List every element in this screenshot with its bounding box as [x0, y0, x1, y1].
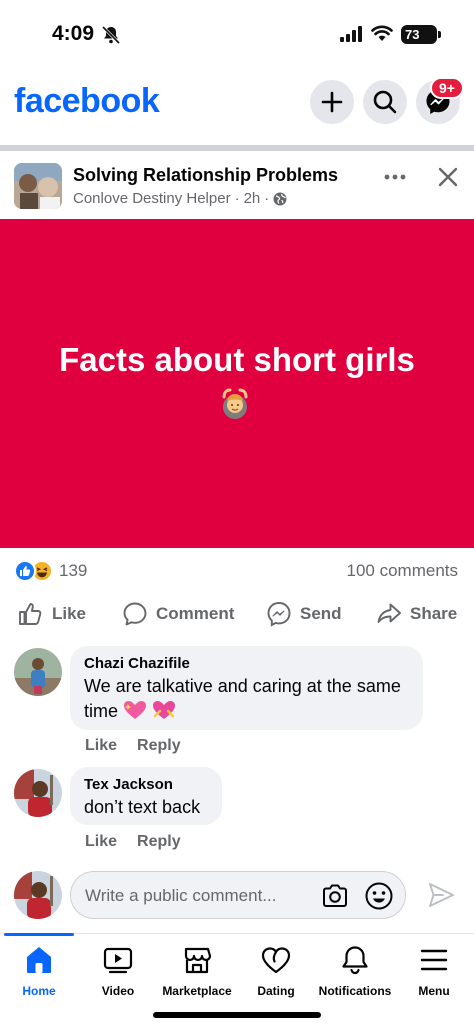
commenter-avatar[interactable]	[14, 769, 62, 817]
share-button[interactable]: Share	[376, 596, 457, 632]
nav-dating-label: Dating	[257, 984, 295, 998]
emoji-icon[interactable]	[364, 881, 394, 911]
post-meta: Conlove Destiny Helper · 2h ·	[73, 190, 287, 207]
marketplace-store-icon	[184, 947, 212, 974]
post-time[interactable]: 2h	[244, 190, 261, 207]
comment-actions: Like Reply	[85, 833, 181, 851]
comment-reply-button[interactable]: Reply	[137, 833, 181, 851]
group-avatar[interactable]	[14, 163, 62, 209]
commenter-avatar[interactable]	[14, 648, 62, 696]
nav-menu-label: Menu	[418, 984, 450, 998]
commenter-name[interactable]: Tex Jackson	[84, 776, 208, 793]
post-image[interactable]: Facts about short girls	[0, 219, 474, 548]
facebook-logo[interactable]: facebook	[14, 82, 160, 121]
post-author[interactable]: Conlove Destiny Helper	[73, 190, 231, 207]
thumbs-up-icon	[19, 603, 42, 625]
post-image-text: Facts about short girls	[59, 341, 415, 378]
comment-label: Comment	[156, 604, 235, 623]
nav-home-label: Home	[22, 984, 56, 998]
reaction-count: 139	[59, 561, 88, 580]
more-dots-icon	[384, 174, 406, 180]
comment-bubble[interactable]: Tex Jackson don’t text back	[70, 767, 222, 825]
nav-home[interactable]: Home	[0, 944, 79, 998]
nav-marketplace[interactable]: Marketplace	[157, 944, 237, 998]
nav-menu[interactable]: Menu	[394, 944, 474, 998]
group-name[interactable]: Solving Relationship Problems	[73, 165, 338, 186]
comments-count[interactable]: 100 comments	[347, 561, 459, 581]
person-gesturing-ok-emoji	[222, 388, 248, 419]
more-options-button[interactable]	[380, 165, 410, 189]
search-icon	[373, 90, 397, 114]
signal-icon	[340, 26, 362, 42]
current-user-avatar[interactable]	[14, 871, 62, 919]
app-header: facebook 9+	[0, 70, 474, 145]
bell-off-icon	[101, 25, 121, 45]
sparkling-heart-emoji	[124, 701, 147, 719]
post-actions: Like Comment Send Share	[0, 596, 474, 632]
dating-heart-icon	[261, 947, 291, 974]
comment-input[interactable]: Write a public comment...	[70, 871, 406, 919]
create-button[interactable]	[310, 80, 354, 124]
meta-separator: ·	[264, 190, 270, 207]
messenger-send-icon	[267, 602, 291, 627]
send-label: Send	[300, 604, 342, 623]
heart-ribbon-emoji	[153, 701, 176, 719]
write-comment-row: Write a public comment...	[0, 868, 474, 924]
status-bar: 4:09 73	[0, 0, 474, 70]
nav-notifications[interactable]: Notifications	[315, 944, 395, 998]
messenger-badge: 9+	[430, 77, 464, 99]
like-label: Like	[52, 604, 87, 623]
share-label: Share	[410, 604, 458, 623]
video-icon	[103, 947, 133, 974]
share-arrow-icon	[377, 603, 401, 623]
hamburger-menu-icon	[420, 949, 448, 971]
home-icon	[27, 947, 51, 973]
close-icon[interactable]	[434, 163, 462, 191]
post-header: Solving Relationship Problems Conlove De…	[0, 151, 474, 219]
like-button[interactable]: Like	[18, 596, 86, 632]
like-reaction-icon	[14, 560, 36, 582]
wifi-icon	[371, 25, 393, 41]
comment-input-placeholder: Write a public comment...	[85, 886, 277, 905]
comment-like-button[interactable]: Like	[85, 833, 117, 851]
globe-icon	[273, 192, 287, 205]
comment-bubble-icon	[123, 602, 147, 626]
comment-actions: Like Reply	[85, 737, 181, 755]
nav-notifications-label: Notifications	[318, 984, 392, 998]
camera-icon[interactable]	[321, 882, 349, 910]
send-button[interactable]: Send	[266, 596, 342, 632]
search-button[interactable]	[363, 80, 407, 124]
comment-bubble[interactable]: Chazi Chazifile We are talkative and car…	[70, 646, 423, 730]
nav-video-label: Video	[101, 984, 135, 998]
meta-separator: ·	[234, 190, 240, 207]
battery-indicator: 73	[401, 25, 437, 44]
nav-dating[interactable]: Dating	[236, 944, 316, 998]
send-arrow-icon[interactable]	[426, 880, 456, 910]
commenter-name[interactable]: Chazi Chazifile	[84, 655, 409, 672]
nav-video[interactable]: Video	[78, 944, 158, 998]
comment-like-button[interactable]: Like	[85, 737, 117, 755]
comment-text: We are talkative and caring at the same …	[84, 676, 401, 721]
bell-icon	[342, 946, 368, 975]
nav-marketplace-label: Marketplace	[162, 984, 232, 998]
comment-text: don’t text back	[84, 797, 201, 817]
battery-tip	[438, 31, 441, 38]
plus-icon	[321, 91, 343, 113]
home-indicator	[153, 1012, 321, 1018]
active-tab-indicator	[4, 933, 74, 936]
status-time: 4:09	[52, 22, 95, 45]
comment-reply-button[interactable]: Reply	[137, 737, 181, 755]
reaction-summary[interactable]: 139	[14, 556, 87, 586]
